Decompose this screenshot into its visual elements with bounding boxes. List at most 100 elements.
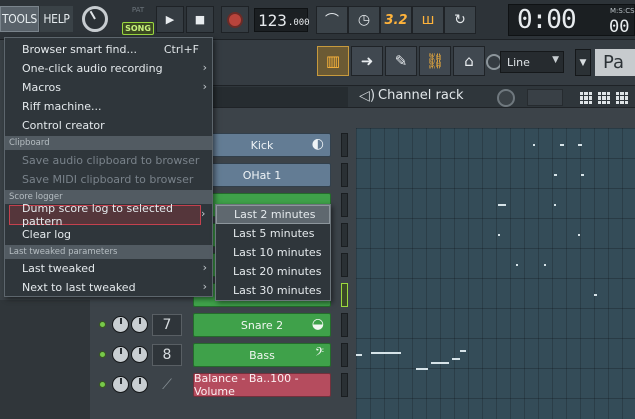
chevron-right-icon: ›	[202, 280, 207, 293]
secondary-toolbar: ▥ ➜ ✎ ⛓ ⌂ Line ▼ ▼ Pa	[213, 40, 635, 86]
menu-item-clear-log[interactable]: Clear log	[5, 225, 212, 244]
menu-item-label: Riff machine...	[22, 100, 102, 113]
drum-icon: ◒	[311, 316, 324, 332]
submenu-item-label: Last 5 minutes	[233, 227, 315, 240]
speaker-icon: ◁)	[359, 88, 376, 104]
channel-button[interactable]: Snare 2 ◒	[193, 313, 331, 337]
blend-icon: ш	[421, 12, 435, 28]
piano-roll-button[interactable]: ▥	[317, 46, 349, 76]
menu-item-one-click-audio-recording[interactable]: One-click audio recording ›	[5, 59, 212, 78]
step-icon[interactable]	[598, 92, 610, 104]
menu-section-last-tweaked: Last tweaked parameters	[5, 245, 212, 259]
play-button[interactable]: ▶	[156, 6, 184, 33]
pattern-dropdown-button[interactable]: ▼	[575, 49, 591, 76]
channel-select[interactable]	[341, 373, 348, 397]
note	[578, 234, 580, 236]
channel-button[interactable]: Balance - Ba..100 - Volume	[193, 372, 331, 398]
submenu-item-last-2-minutes[interactable]: Last 2 minutes	[216, 205, 330, 224]
channel-select[interactable]	[341, 163, 348, 187]
menu-item-save-audio-clipboard: Save audio clipboard to browser	[5, 151, 212, 170]
countdown-button[interactable]: 3.2	[380, 6, 412, 34]
grid-icon[interactable]	[580, 92, 592, 104]
menu-item-last-tweaked[interactable]: Last tweaked ›	[5, 259, 212, 278]
record-button[interactable]	[221, 6, 249, 33]
pattern-preview-grid[interactable]	[356, 128, 635, 419]
channel-select[interactable]	[341, 253, 348, 277]
channel-select[interactable]	[341, 133, 348, 157]
help-menu-tab[interactable]: HELP	[40, 6, 73, 32]
tools-menu-tab[interactable]: TOOLS	[0, 6, 39, 32]
menu-item-riff-machine[interactable]: Riff machine...	[5, 97, 212, 116]
stop-icon: ■	[194, 13, 206, 26]
menu-item-browser-smart-find[interactable]: Browser smart find... Ctrl+F	[5, 40, 212, 59]
menu-item-dump-score-log[interactable]: Dump score log to selected pattern	[9, 202, 201, 228]
plugin-button[interactable]: ✎	[385, 46, 417, 76]
chevron-right-icon: ›	[201, 207, 206, 220]
channel-select[interactable]	[341, 343, 348, 367]
pat-song-switch[interactable]: PAT SONG	[120, 4, 156, 36]
arrow-right-icon: ➜	[360, 52, 374, 70]
menu-item-label: Save MIDI clipboard to browser	[22, 173, 194, 186]
channel-select[interactable]	[341, 283, 348, 307]
menu-item-label: Macros	[22, 81, 62, 94]
submenu-item-last-10-minutes[interactable]: Last 10 minutes	[216, 243, 330, 262]
swing-knob[interactable]	[497, 89, 515, 107]
dump-score-log-submenu: Last 2 minutes Last 5 minutes Last 10 mi…	[215, 204, 331, 301]
pattern-selector[interactable]: Pa	[595, 49, 635, 76]
channel-name: Bass	[249, 348, 275, 362]
rack-filter-slot[interactable]	[527, 89, 563, 106]
channel-select[interactable]	[341, 193, 348, 217]
channel-mute-led[interactable]	[99, 381, 106, 388]
submenu-item-last-5-minutes[interactable]: Last 5 minutes	[216, 224, 330, 243]
wait-for-input-button[interactable]: ◷	[348, 6, 380, 34]
channel-pan-knob[interactable]	[112, 346, 129, 363]
channel-select[interactable]	[341, 223, 348, 247]
note	[416, 368, 428, 370]
channel-name: Kick	[250, 138, 274, 152]
note	[498, 204, 506, 206]
rack-header-left	[213, 87, 348, 107]
note	[594, 294, 597, 296]
menu-section-clipboard: Clipboard	[5, 136, 212, 150]
snap-select[interactable]: Line ▼	[500, 51, 564, 73]
channel-mute-led[interactable]	[99, 351, 106, 358]
channel-mute-led[interactable]	[99, 321, 106, 328]
channel-pan-knob[interactable]	[112, 316, 129, 333]
channel-rack-title: Channel rack	[378, 88, 464, 103]
song-mode-label: SONG	[122, 22, 154, 35]
channel-button[interactable]: Bass 𝄢	[193, 343, 331, 367]
link-button[interactable]: ⛓	[419, 46, 451, 76]
channel-volume-knob[interactable]	[131, 316, 148, 333]
master-volume-knob[interactable]	[82, 6, 108, 32]
note	[452, 358, 460, 360]
submenu-item-last-20-minutes[interactable]: Last 20 minutes	[216, 262, 330, 281]
time-main: 0:00	[517, 5, 577, 35]
channel-button[interactable]: OHat 1	[193, 163, 331, 187]
submenu-item-last-30-minutes[interactable]: Last 30 minutes	[216, 281, 330, 300]
time-unit: M:S:CS	[610, 7, 635, 15]
arrow-tool-button[interactable]: ➜	[351, 46, 383, 76]
stop-button[interactable]: ■	[186, 6, 214, 33]
channel-mixer-track[interactable]: 8	[152, 344, 182, 366]
bass-clef-icon: 𝄢	[314, 346, 324, 362]
menu-item-label: Browser smart find...	[22, 43, 137, 56]
song-time-display[interactable]: 0:00 M:S:CS 00	[508, 4, 635, 37]
mixer-button[interactable]: ⌂	[453, 46, 485, 76]
loop-record-button[interactable]: ↻	[444, 6, 476, 34]
channel-mixer-track[interactable]: 7	[152, 314, 182, 336]
chevron-right-icon: ›	[202, 261, 207, 274]
menu-item-macros[interactable]: Macros ›	[5, 78, 212, 97]
menu-grid-icon[interactable]	[616, 92, 628, 104]
tempo-display[interactable]: 123.000	[254, 8, 310, 32]
menu-item-next-to-last-tweaked[interactable]: Next to last tweaked ›	[5, 278, 212, 297]
note	[560, 144, 564, 146]
metronome-button[interactable]: ⌒	[316, 6, 348, 34]
snap-value: Line	[507, 55, 530, 69]
menu-item-control-creator[interactable]: Control creator	[5, 116, 212, 135]
channel-volume-knob[interactable]	[131, 376, 148, 393]
blend-recording-button[interactable]: ш	[412, 6, 444, 34]
channel-button[interactable]: Kick ◐	[193, 133, 331, 157]
channel-pan-knob[interactable]	[112, 376, 129, 393]
channel-select[interactable]	[341, 313, 348, 337]
channel-volume-knob[interactable]	[131, 346, 148, 363]
